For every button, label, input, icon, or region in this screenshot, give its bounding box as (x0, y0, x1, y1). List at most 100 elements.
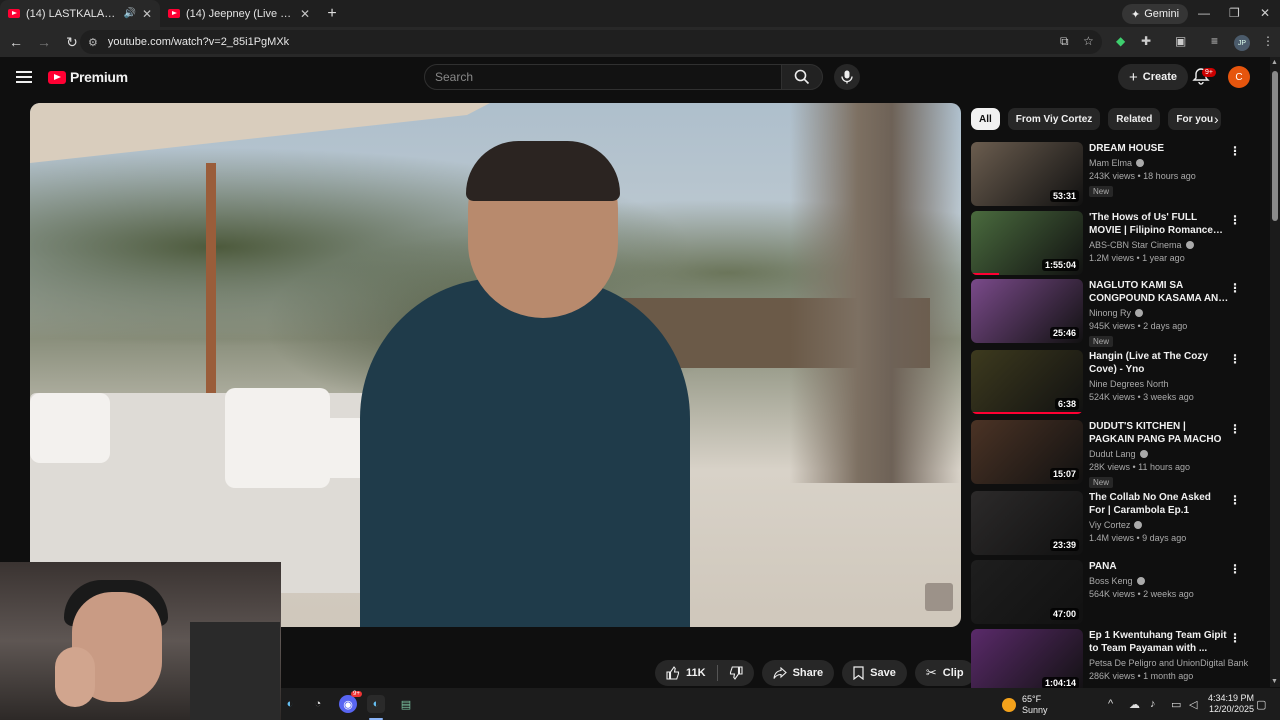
browser-menu-icon[interactable]: ⋮ (1262, 34, 1274, 48)
dislike-button[interactable] (718, 666, 754, 680)
video-title[interactable]: Ep 1 Kwentuhang Team Gipit to Team Payam… (1089, 629, 1229, 655)
video-thumbnail[interactable]: 15:07 (971, 420, 1083, 484)
video-title[interactable]: 'The Hows of Us' FULL MOVIE | Filipino R… (1089, 211, 1229, 237)
video-thumbnail[interactable]: 53:31 (971, 142, 1083, 206)
like-button[interactable]: 11K (655, 666, 717, 680)
recommendation-item[interactable]: 25:46 NAGLUTO KAMI SA CONGPOUND KASAMA AN… (971, 279, 1261, 347)
video-menu-icon[interactable]: ⋮ (1229, 213, 1241, 227)
video-thumbnail[interactable]: 1:55:04 (971, 211, 1083, 275)
video-thumbnail[interactable]: 1:04:14 (971, 629, 1083, 693)
recommendation-item[interactable]: 15:07 DUDUT'S KITCHEN | PAGKAIN PANG PA M… (971, 420, 1261, 488)
recommendation-item[interactable]: 23:39 The Collab No One Asked For | Caram… (971, 491, 1261, 555)
notepad-icon[interactable]: ▤ (397, 695, 415, 713)
search-input[interactable]: Search (424, 64, 782, 90)
url-text: youtube.com/watch?v=2_85i1PgMXk (107, 36, 290, 48)
address-bar[interactable]: ⚙ youtube.com/watch?v=2_85i1PgMXk (80, 30, 1102, 54)
video-title[interactable]: DREAM HOUSE (1089, 142, 1229, 155)
user-avatar[interactable]: C (1228, 66, 1250, 88)
back-icon[interactable]: ← (4, 34, 28, 50)
channel-name[interactable]: Dudut Lang (1089, 449, 1136, 459)
restore-icon[interactable]: ❐ (1229, 6, 1240, 20)
video-title[interactable]: NAGLUTO KAMI SA CONGPOUND KASAMA ANG ... (1089, 279, 1229, 305)
close-tab-icon[interactable]: ✕ (142, 7, 152, 21)
cloud-icon[interactable]: ☁ (1129, 698, 1140, 711)
video-menu-icon[interactable]: ⋮ (1229, 562, 1241, 576)
bookmark-star-icon[interactable]: ☆ (1083, 34, 1094, 48)
video-thumbnail[interactable]: 25:46 (971, 279, 1083, 343)
browser-tab-active[interactable]: (14) LASTKALAS - YouTube 🔊 ✕ (0, 0, 160, 27)
share-button[interactable]: Share (761, 660, 835, 686)
video-title[interactable]: The Collab No One Asked For | Carambola … (1089, 491, 1229, 517)
discord-icon[interactable]: ◉ (339, 695, 357, 713)
microphone-tray-icon[interactable]: ♪ (1150, 698, 1156, 710)
video-title[interactable]: PANA (1089, 560, 1229, 573)
new-badge: New (1089, 477, 1114, 488)
video-title[interactable]: DUDUT'S KITCHEN | PAGKAIN PANG PA MACHO (1089, 420, 1229, 446)
gemini-button[interactable]: ✦ Gemini (1122, 4, 1189, 24)
browser-tab[interactable]: (14) Jeepney (Live at The Cozy Cove) - Y… (160, 0, 318, 27)
channel-name[interactable]: Nine Degrees North (1089, 379, 1169, 389)
channel-name[interactable]: ABS-CBN Star Cinema (1089, 240, 1182, 250)
channel-name[interactable]: Mam Elma (1089, 158, 1132, 168)
forward-icon[interactable]: → (32, 34, 56, 50)
install-app-icon[interactable]: ⧉ (1060, 34, 1069, 49)
browser-profile-avatar[interactable]: JP (1234, 35, 1250, 51)
scroll-up-icon[interactable]: ▲ (1271, 59, 1278, 66)
media-control-icon[interactable]: ≡ (1211, 34, 1218, 48)
video-menu-icon[interactable]: ⋮ (1229, 352, 1241, 366)
recommendation-item[interactable]: 1:55:04 'The Hows of Us' FULL MOVIE | Fil… (971, 211, 1261, 275)
weather-widget[interactable]: 65°F Sunny (1002, 694, 1048, 716)
close-tab-icon[interactable]: ✕ (300, 7, 310, 21)
video-menu-icon[interactable]: ⋮ (1229, 144, 1241, 158)
extensions-puzzle-icon[interactable]: ✚ (1141, 34, 1151, 48)
video-player[interactable] (30, 103, 961, 627)
video-menu-icon[interactable]: ⋮ (1229, 422, 1241, 436)
menu-hamburger-icon[interactable] (16, 71, 32, 83)
video-thumbnail[interactable]: 47:00 (971, 560, 1083, 624)
system-clock[interactable]: 4:34:19 PM 12/20/2025 (1208, 693, 1254, 715)
new-tab-button[interactable]: + (318, 0, 346, 27)
channel-name[interactable]: Viy Cortez (1089, 520, 1130, 530)
chip-all[interactable]: All (971, 108, 1000, 130)
channel-name[interactable]: Ninong Ry (1089, 308, 1131, 318)
video-title[interactable]: Hangin (Live at The Cozy Cove) - Yno (1089, 350, 1229, 376)
network-icon[interactable]: ▭ (1171, 698, 1181, 711)
recommendation-item[interactable]: 1:04:14 Ep 1 Kwentuhang Team Gipit to Tea… (971, 629, 1261, 693)
close-window-icon[interactable]: ✕ (1260, 6, 1270, 20)
chevron-right-icon[interactable]: › (1214, 111, 1219, 127)
channel-watermark-icon[interactable] (925, 583, 953, 611)
recommendation-item[interactable]: 6:38 Hangin (Live at The Cozy Cove) - Yno… (971, 350, 1261, 414)
channel-name[interactable]: Petsa De Peligro and UnionDigital Bank (1089, 658, 1248, 668)
video-menu-icon[interactable]: ⋮ (1229, 493, 1241, 507)
recommendation-item[interactable]: 53:31 DREAM HOUSE Mam Elma 243K views • 18 … (971, 142, 1261, 206)
tab-search-icon[interactable]: ▣ (1175, 34, 1186, 48)
steam-active-icon[interactable]: ◐ (367, 695, 385, 713)
voice-search-button[interactable] (834, 64, 860, 90)
shield-extension-icon[interactable]: ◆ (1116, 34, 1125, 48)
chip-related[interactable]: Related (1108, 108, 1161, 130)
page-scrollbar[interactable]: ▲ ▼ (1270, 57, 1280, 687)
notification-center-icon[interactable]: ▢ (1256, 698, 1266, 711)
sparkle-icon: ✦ (1131, 8, 1141, 21)
video-thumbnail[interactable]: 23:39 (971, 491, 1083, 555)
youtube-premium-logo[interactable]: Premium (48, 69, 128, 85)
minimize-icon[interactable]: — (1198, 6, 1210, 20)
recommendation-item[interactable]: 47:00 PANA Boss Keng 564K views • 2 weeks a… (971, 560, 1261, 624)
save-button[interactable]: Save (842, 660, 907, 686)
scrollbar-thumb[interactable] (1272, 71, 1278, 221)
chip-from-channel[interactable]: From Viy Cortez (1007, 108, 1101, 130)
channel-name[interactable]: Boss Keng (1089, 576, 1133, 586)
create-button[interactable]: + Create (1118, 64, 1189, 90)
video-menu-icon[interactable]: ⋮ (1229, 281, 1241, 295)
steam-icon[interactable]: ◐ (281, 695, 299, 713)
video-thumbnail[interactable]: 6:38 (971, 350, 1083, 414)
search-button[interactable] (781, 64, 823, 90)
speaker-icon[interactable]: 🔊 (123, 8, 135, 19)
volume-icon[interactable]: ◁ (1189, 698, 1197, 711)
chevron-up-icon[interactable]: ^ (1108, 698, 1113, 710)
video-menu-icon[interactable]: ⋮ (1229, 631, 1241, 645)
site-info-icon[interactable]: ⚙ (88, 36, 98, 49)
speedometer-app-icon[interactable]: ◔ (309, 695, 327, 713)
scroll-down-icon[interactable]: ▼ (1271, 678, 1278, 685)
clip-button[interactable]: ✂ Clip (914, 660, 975, 686)
